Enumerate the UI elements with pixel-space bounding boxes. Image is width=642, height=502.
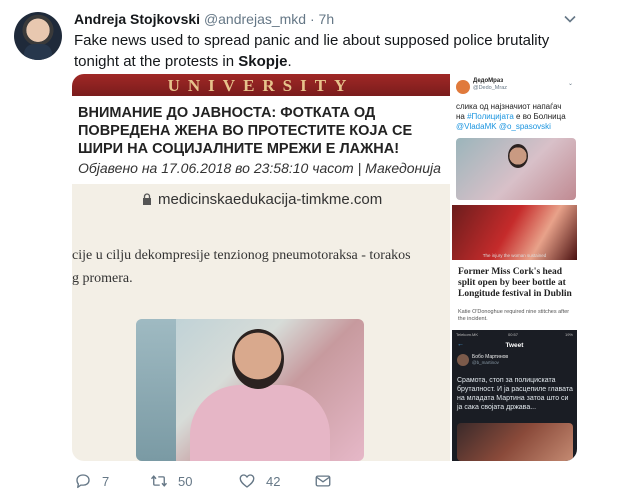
media-image-left[interactable]: UNIVERSITY ВНИМАНИЕ ДО ЈАВНОСТА: ФОТКАТА… (72, 74, 450, 461)
heart-icon (239, 474, 255, 488)
site-bar: medicinskaedukacija-timkme.com (72, 184, 450, 216)
embedded-handle: @b_martinov (472, 360, 499, 365)
injury-photo (452, 205, 577, 260)
chevron-down-icon: ⌄ (568, 81, 574, 87)
embedded-name: ДедоМраз (473, 78, 504, 84)
tweet-text-body: Fake news used to spread panic and lie a… (74, 32, 550, 70)
lock-icon (143, 193, 151, 205)
tweet-text-bold: Skopje (238, 53, 288, 70)
embedded-hashtag: #Полицијата (467, 112, 514, 121)
embedded-photo (457, 423, 573, 461)
embedded-tweet-text: слика од најзначиот напаѓач на #Полиција… (456, 102, 576, 132)
news-subheadline: Katie O'Donoghue required nine stitches … (458, 309, 570, 322)
like-count: 42 (266, 473, 281, 489)
article-text: cije u cilju dekompresije tenzionog pneu… (72, 244, 442, 290)
battery: 19% (564, 332, 573, 337)
chevron-down-icon[interactable] (563, 12, 577, 26)
news-headline: Former Miss Cork's head split open by be… (458, 267, 572, 299)
site-url: medicinskaedukacija-timkme.com (158, 191, 383, 208)
author-handle[interactable]: @andrejas_mkd (204, 11, 306, 27)
embedded-text-line: на #Полицијата е во Болница (456, 112, 576, 122)
phone-status-bar: Telekom.MK 00:57 19% (456, 332, 573, 339)
avatar[interactable] (14, 12, 62, 60)
embedded-mention: @VladaMK (456, 122, 497, 131)
retweet-button[interactable]: 50 (150, 470, 192, 492)
embedded-photo (456, 138, 576, 200)
clock: 00:57 (508, 332, 519, 337)
embedded-tweet-text: Срамота, стоп за полициската бруталност.… (457, 377, 573, 411)
article-line: g promera. (72, 271, 133, 286)
retweet-icon (150, 475, 168, 487)
article-dateline: Објавено на 17.06.2018 во 23:58:10 часот… (78, 160, 441, 176)
author-name[interactable]: Andreja Stojkovski (74, 11, 200, 27)
article-headline: ВНИМАНИЕ ДО ЈАВНОСТА: ФОТКАТА ОД ПОВРЕДЕ… (78, 105, 413, 157)
separator-dot: · (309, 11, 315, 27)
reply-icon (76, 474, 90, 489)
tweet: Andreja Stojkovski @andrejas_mkd · 7h Fa… (0, 0, 642, 502)
carrier: Telekom.MK (456, 332, 479, 337)
screen-title: Tweet (505, 342, 524, 349)
banner: UNIVERSITY (72, 74, 450, 96)
embedded-text: е во Болница (513, 112, 566, 121)
envelope-icon (315, 475, 331, 487)
media-image-right-3[interactable]: Telekom.MK 00:57 19% ← Tweet Бобо Мартин… (452, 330, 577, 461)
embedded-text-line: слика од најзначиот напаѓач (456, 102, 562, 111)
like-button[interactable]: 42 (238, 470, 280, 492)
retweet-count: 50 (178, 473, 193, 489)
tweet-header: Andreja Stojkovski @andrejas_mkd · 7h (74, 10, 334, 28)
action-bar: 7 50 42 (74, 470, 344, 492)
article-line: cije u cilju dekompresije tenzionog pneu… (72, 248, 411, 263)
embedded-text-line: @VladaMK @o_spasovski (456, 122, 576, 132)
reply-count: 7 (102, 473, 110, 489)
media-image-right-2[interactable]: The injury the woman sustained Former Mi… (452, 205, 577, 328)
embedded-text: на (456, 112, 468, 121)
banner-text: UNIVERSITY (167, 76, 355, 95)
direct-message-button[interactable] (314, 470, 332, 492)
reply-button[interactable]: 7 (74, 470, 109, 492)
embedded-avatar (457, 354, 469, 366)
photo-caption: The injury the woman sustained (482, 253, 547, 258)
embedded-handle: @Dedo_Mraz (473, 85, 508, 91)
tweet-time[interactable]: 7h (319, 11, 335, 27)
injured-woman-photo (136, 319, 364, 461)
tweet-text-end: . (287, 53, 292, 70)
media-image-right-1[interactable]: ДедоМраз @Dedo_Mraz ⌄ слика од најзначио… (452, 74, 577, 203)
embedded-mention: @o_spasovski (496, 122, 551, 131)
embedded-avatar (456, 80, 470, 94)
tweet-text: Fake news used to spread panic and lie a… (74, 30, 574, 72)
